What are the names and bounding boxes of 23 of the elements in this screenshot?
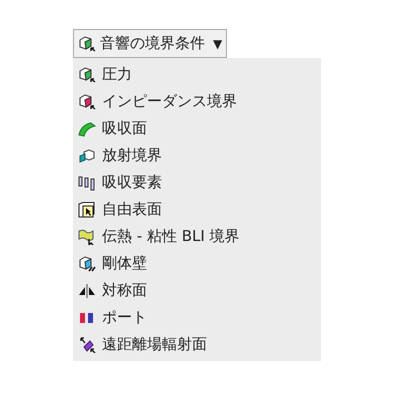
mirror-icon — [78, 282, 96, 298]
cube-icon — [78, 94, 96, 110]
flag-icon — [78, 228, 96, 244]
menu-item[interactable]: 対称面 — [73, 277, 321, 304]
bars-icon — [78, 174, 96, 190]
cube-icon — [78, 256, 96, 272]
cube-icon — [78, 148, 96, 164]
menu-item[interactable]: 伝熱 - 粘性 BLI 境界 — [73, 223, 321, 250]
menu-item[interactable]: 剛体壁 — [73, 250, 321, 277]
menu-item[interactable]: 吸収面 — [73, 115, 321, 142]
radiation-surface-icon — [78, 336, 96, 352]
dropdown-button[interactable]: 音響の境界条件 ▼ — [73, 29, 228, 58]
menu-item[interactable]: ポート — [73, 304, 321, 331]
menu-item[interactable]: 放射境界 — [73, 142, 321, 169]
cube-icon — [78, 36, 96, 52]
cube-icon — [78, 66, 96, 82]
menu-item[interactable]: 自由表面 — [73, 196, 321, 223]
curved-surface-icon — [78, 120, 96, 136]
box-cursor-icon — [78, 202, 96, 218]
menu-item[interactable]: 吸収要素 — [73, 169, 321, 196]
menu-item[interactable]: 圧力 — [73, 61, 321, 88]
menu-item[interactable]: 遠距離場輻射面 — [73, 331, 321, 358]
menu-item[interactable]: インピーダンス境界 — [73, 88, 321, 115]
